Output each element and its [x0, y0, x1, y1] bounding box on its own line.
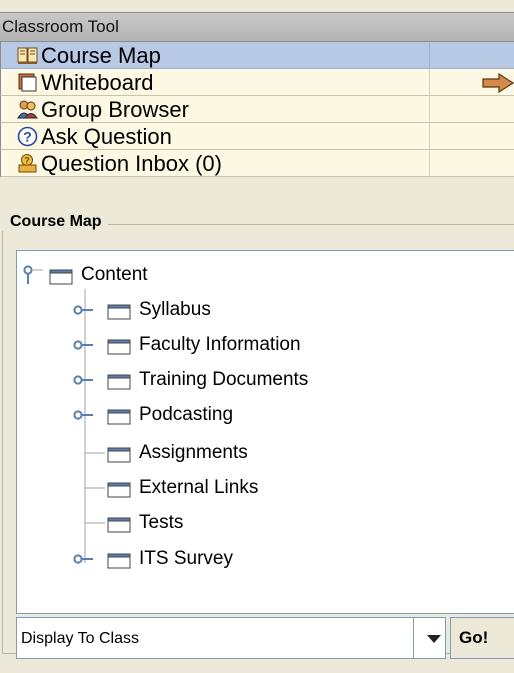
- menu-item-label: Group Browser: [41, 97, 189, 122]
- menu-item-label: Course Map: [41, 43, 161, 68]
- svg-text:?: ?: [24, 156, 30, 166]
- display-select-value: Display To Class: [21, 630, 139, 647]
- chevron-down-icon[interactable]: [427, 635, 441, 643]
- column-divider: [429, 69, 430, 95]
- folder-icon: [107, 447, 131, 463]
- collapsed-handle-icon[interactable]: [73, 304, 93, 316]
- folder-icon: [107, 409, 131, 425]
- go-button[interactable]: Go!: [450, 617, 514, 659]
- folder-icon: [107, 553, 131, 569]
- menu-item-group-browser[interactable]: Group Browser: [0, 96, 514, 123]
- folder-icon: [107, 339, 131, 355]
- window-title: Classroom Tool: [0, 12, 514, 42]
- collapsed-handle-icon[interactable]: [73, 339, 93, 351]
- tree-item-label: ITS Survey: [139, 548, 233, 569]
- book-icon: [17, 47, 38, 64]
- group-icon: [17, 100, 38, 119]
- folder-icon: [107, 482, 131, 498]
- column-divider: [429, 96, 430, 122]
- classroom-tool: Classroom Tool Course Map Whiteboard Gro…: [0, 0, 514, 673]
- folder-icon: [107, 374, 131, 390]
- menu-item-question-inbox[interactable]: ? Question Inbox (0): [0, 150, 514, 177]
- menu-item-whiteboard[interactable]: Whiteboard: [0, 69, 514, 96]
- svg-text:?: ?: [23, 129, 32, 145]
- column-divider: [429, 150, 430, 176]
- collapsed-handle-icon[interactable]: [73, 553, 93, 565]
- tool-menu: Course Map Whiteboard Group Browser ? As…: [0, 42, 514, 177]
- tree-item-label: External Links: [139, 477, 259, 498]
- right-arrow-icon[interactable]: [481, 73, 514, 93]
- tree-item-label: Syllabus: [139, 299, 211, 320]
- whiteboard-icon: [18, 73, 37, 92]
- column-divider: [429, 42, 430, 68]
- display-select[interactable]: Display To Class: [16, 617, 446, 659]
- folder-icon: [107, 517, 131, 533]
- menu-item-course-map[interactable]: Course Map: [0, 42, 514, 69]
- inbox-icon: ?: [18, 154, 37, 173]
- tree-item-label: Tests: [139, 512, 184, 533]
- panel-title: Course Map: [2, 213, 108, 231]
- collapsed-handle-icon[interactable]: [73, 374, 93, 386]
- menu-item-label: Question Inbox (0): [41, 151, 222, 176]
- tree-item-label: Assignments: [139, 442, 248, 463]
- tree-item-label: Podcasting: [139, 404, 234, 425]
- tree-item-label: Faculty Information: [139, 334, 301, 355]
- course-tree[interactable]: Content Syllabus Faculty Information Tra…: [16, 250, 514, 614]
- column-divider: [429, 123, 430, 149]
- menu-item-label: Ask Question: [41, 124, 172, 149]
- select-divider: [413, 618, 414, 658]
- folder-icon: [49, 269, 73, 285]
- collapsed-handle-icon[interactable]: [73, 409, 93, 421]
- menu-item-ask-question[interactable]: ? Ask Question: [0, 123, 514, 150]
- tree-item-label: Content: [81, 264, 148, 285]
- menu-item-label: Whiteboard: [41, 70, 154, 95]
- tree-item-label: Training Documents: [139, 369, 309, 390]
- folder-icon: [107, 304, 131, 320]
- question-icon: ?: [17, 126, 38, 147]
- expanded-handle-icon[interactable]: [23, 265, 45, 285]
